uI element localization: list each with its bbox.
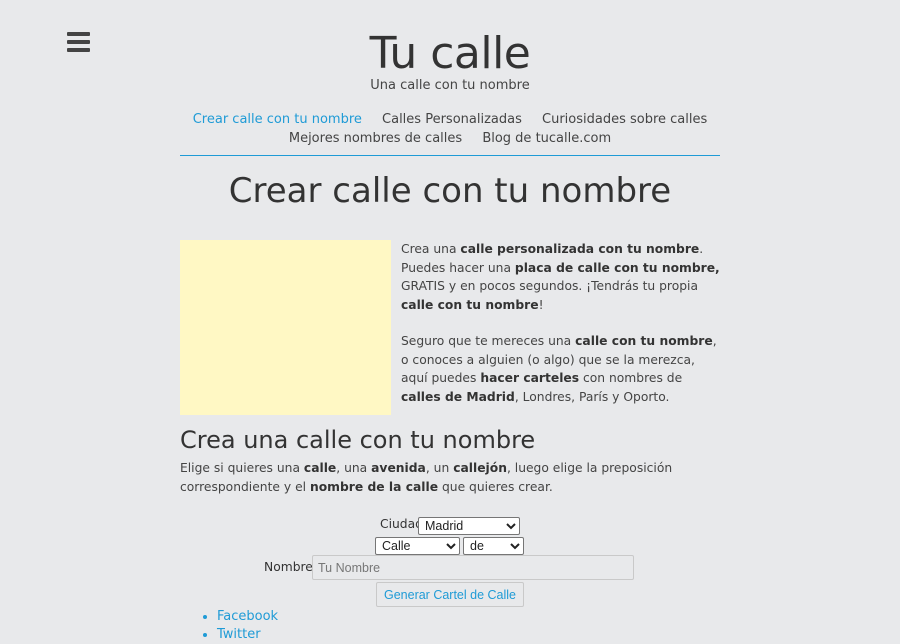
site-title[interactable]: Tu calle	[0, 28, 900, 80]
section-description: Elige si quieres una calle, una avenida,…	[180, 461, 673, 494]
nav-item-calles-personalizadas[interactable]: Calles Personalizadas	[382, 112, 522, 127]
street-type-select[interactable]: Calle	[375, 537, 460, 555]
intro-paragraph-2: Seguro que te mereces una calle con tu n…	[401, 334, 717, 404]
city-label: Ciudad	[380, 517, 423, 531]
nav-item-curiosidades[interactable]: Curiosidades sobre calles	[542, 112, 707, 127]
nav-item-crear-calle[interactable]: Crear calle con tu nombre	[193, 112, 362, 127]
social-links: Facebook Twitter	[200, 608, 278, 644]
main-nav: Crear calle con tu nombre Calles Persona…	[180, 110, 720, 148]
intro-paragraph-1: Crea una calle personalizada con tu nomb…	[401, 242, 720, 312]
social-item: Twitter	[217, 626, 278, 644]
generate-sign-button[interactable]: Generar Cartel de Calle	[376, 582, 524, 607]
nav-item-blog[interactable]: Blog de tucalle.com	[482, 131, 611, 146]
intro-text: Crea una calle personalizada con tu nomb…	[401, 240, 721, 424]
facebook-link[interactable]: Facebook	[217, 609, 278, 624]
page-title: Crear calle con tu nombre	[228, 171, 672, 211]
name-input[interactable]	[312, 555, 634, 580]
twitter-link[interactable]: Twitter	[217, 627, 261, 642]
section-title: Crea una calle con tu nombre	[180, 426, 536, 454]
preposition-select[interactable]: de	[463, 537, 524, 555]
city-select[interactable]: Madrid	[418, 517, 520, 535]
nav-item-mejores-nombres[interactable]: Mejores nombres de calles	[289, 131, 462, 146]
site-tagline: Una calle con tu nombre	[370, 78, 530, 93]
social-item: Facebook	[217, 608, 278, 626]
ad-placeholder	[180, 240, 391, 415]
name-label: Nombre	[264, 560, 313, 574]
nav-divider	[180, 155, 720, 156]
